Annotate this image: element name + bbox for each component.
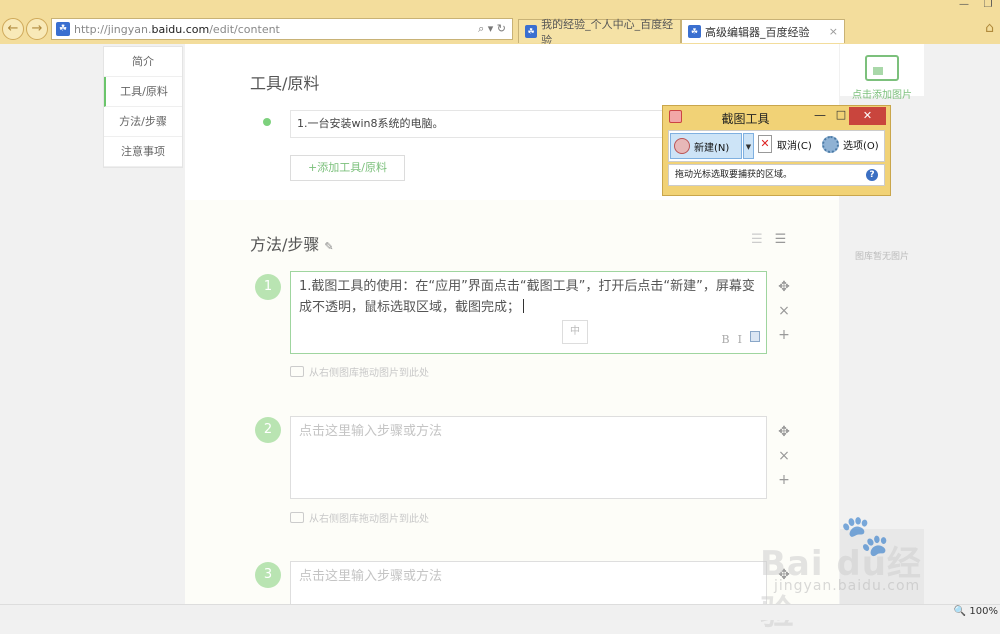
snipping-tool-window: 截图工具 — □ ✕ 新建(N) ▼ ✕ 取消(C) 选项(O) 拖动光标选取要… [662, 105, 891, 196]
tool-bullet [263, 118, 271, 126]
numbered-list-icon[interactable]: ☰ [751, 232, 763, 247]
steps-title-text: 方法/步骤 [250, 235, 320, 254]
forward-button[interactable]: → [26, 18, 48, 40]
watermark-domain: jingyan.baidu.com [774, 578, 921, 594]
snip-status-bar: 拖动光标选取要捕获的区域。 ? [668, 164, 885, 186]
step-number: 2 [255, 417, 281, 443]
steps-section: 方法/步骤 ✎ ☰ ☰ 1 1.截图工具的使用：在“应用”界面点击“截图工具”，打… [185, 200, 839, 604]
tab-title: 我的经验_个人中心_百度经验 [541, 17, 674, 47]
drag-image-hint: 从右侧图库拖动图片到此处 [290, 510, 429, 525]
no-image-text: 图库暂无图片 [854, 252, 909, 262]
add-image-icon[interactable] [865, 55, 899, 81]
step-2-input[interactable]: 点击这里输入步骤或方法 [290, 416, 767, 499]
nav-item-intro[interactable]: 简介 [104, 47, 182, 77]
snip-status-text: 拖动光标选取要捕获的区域。 [675, 170, 793, 180]
address-tools[interactable]: ⌕ ▾ ↻ [478, 22, 512, 36]
baidu-paw-icon: ☘ [688, 25, 701, 38]
tab-title: 高级编辑器_百度经验 [705, 25, 810, 39]
step-3-input[interactable]: 点击这里输入步骤或方法 [290, 561, 767, 604]
snip-maximize-button[interactable]: □ [831, 108, 851, 121]
bullet-list-icon[interactable]: ☰ [775, 232, 787, 247]
drag-image-hint: 从右侧图库拖动图片到此处 [290, 364, 429, 379]
snip-close-button[interactable]: ✕ [849, 107, 886, 125]
baidu-paw-icon: ☘ [525, 25, 538, 38]
text-cursor [523, 299, 525, 313]
move-icon[interactable]: ✥ [775, 424, 793, 440]
new-label: 新建(N) [694, 142, 730, 154]
move-icon[interactable]: ✥ [775, 279, 793, 295]
step-text: 1.截图工具的使用：在“应用”界面点击“截图工具”，打开后点击“新建”，屏幕变成… [299, 279, 755, 315]
nav-item-steps[interactable]: 方法/步骤 [104, 107, 182, 137]
address-bar[interactable]: ☘ http://jingyan. baidu.com/edit/content … [51, 18, 513, 40]
zoom-level[interactable]: 🔍 100% [954, 606, 998, 617]
bold-button[interactable]: B [722, 329, 730, 350]
snipping-tool-title: 截图工具 [721, 112, 770, 126]
url-path: /edit/content [209, 22, 280, 36]
step-number: 1 [255, 274, 281, 300]
drag-hint-text: 从右侧图库拖动图片到此处 [309, 514, 429, 525]
tab-my-experience[interactable]: ☘ 我的经验_个人中心_百度经验 [518, 18, 681, 47]
baidu-paw-icon: ☘ [56, 22, 70, 36]
cancel-label: 取消(C) [777, 140, 812, 152]
baidu-watermark: 🐾 Bai du经验 jingyan.baidu.com [760, 512, 950, 633]
new-snip-icon [674, 138, 690, 154]
help-icon[interactable]: ? [866, 169, 878, 181]
options-label: 选项(O) [843, 141, 879, 152]
home-icon[interactable]: ⌂ [985, 20, 994, 36]
snipping-toolbar: 新建(N) ▼ ✕ 取消(C) 选项(O) [668, 130, 885, 162]
new-dropdown-button[interactable]: ▼ [743, 133, 754, 159]
insert-image-icon[interactable] [750, 331, 760, 342]
snipping-tool-titlebar[interactable]: 截图工具 — □ ✕ [663, 106, 890, 128]
restore-button[interactable]: ❐ [976, 0, 1000, 12]
nav-item-tools[interactable]: 工具/原料 [104, 77, 182, 107]
image-icon [290, 512, 304, 523]
format-toolbar: B I [722, 329, 760, 350]
tab-advanced-editor[interactable]: ☘ 高级编辑器_百度经验 × [681, 19, 845, 43]
add-icon[interactable]: + [775, 327, 793, 343]
pencil-icon[interactable]: ✎ [324, 240, 333, 253]
step-number: 3 [255, 562, 281, 588]
delete-icon[interactable]: × [775, 448, 793, 464]
add-icon[interactable]: + [775, 472, 793, 488]
url-prefix: http://jingyan. [74, 22, 152, 36]
tools-section-title: 工具/原料 [250, 74, 320, 93]
step-tools: ✥ × + [775, 424, 793, 488]
new-snip-button[interactable]: 新建(N) [670, 133, 742, 159]
browser-status-bar: 🔍 100% [0, 604, 1000, 620]
tab-close-icon[interactable]: × [829, 25, 838, 38]
add-image-label[interactable]: 点击添加图片 [840, 86, 924, 101]
image-icon [290, 366, 304, 377]
nav-item-notes[interactable]: 注意事项 [104, 137, 182, 167]
add-tool-button[interactable]: +添加工具/原料 [290, 155, 405, 181]
step-1-input[interactable]: 1.截图工具的使用：在“应用”界面点击“截图工具”，打开后点击“新建”，屏幕变成… [290, 271, 767, 354]
step-tools: ✥ × + [775, 279, 793, 343]
url-host: baidu.com [151, 22, 210, 36]
snip-minimize-button[interactable]: — [809, 108, 831, 122]
window-controls: — ❐ [952, 0, 1000, 12]
browser-chrome: — ❐ ← → ☘ http://jingyan. baidu.com/edit/… [0, 0, 1000, 47]
drag-hint-text: 从右侧图库拖动图片到此处 [309, 368, 429, 379]
image-library-panel[interactable]: 点击添加图片 [840, 44, 924, 101]
gear-icon [822, 136, 839, 153]
steps-section-title: 方法/步骤 ✎ [250, 231, 334, 255]
back-button[interactable]: ← [2, 18, 24, 40]
list-style-toggle: ☰ ☰ [751, 232, 786, 247]
minimize-button[interactable]: — [952, 0, 976, 12]
cancel-icon: ✕ [758, 135, 772, 153]
options-button[interactable]: 选项(O) [822, 136, 879, 153]
tool-item-input[interactable]: 1.一台安装win8系统的电脑。 [290, 110, 720, 138]
italic-button[interactable]: I [738, 329, 742, 350]
ime-indicator: 中 [562, 320, 588, 344]
left-nav: 简介 工具/原料 方法/步骤 注意事项 [103, 46, 183, 168]
cancel-snip-button[interactable]: ✕ 取消(C) [758, 135, 812, 153]
delete-icon[interactable]: × [775, 303, 793, 319]
